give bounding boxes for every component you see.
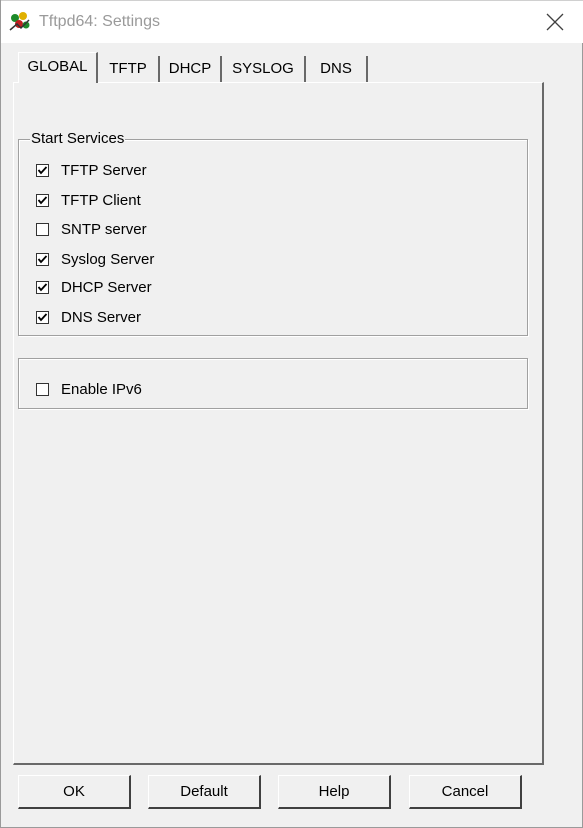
tab-dns[interactable]: DNS	[306, 56, 368, 82]
default-button-label: Default	[180, 783, 228, 800]
tftp-server-checkbox-row[interactable]: TFTP Server	[36, 160, 147, 180]
sntp-server-checkbox-row[interactable]: SNTP server	[36, 219, 147, 239]
ok-button-label: OK	[63, 783, 85, 800]
ipv6-group: Enable IPv6	[18, 358, 528, 409]
tab-dhcp-label: DHCP	[168, 60, 212, 77]
dns-server-checkbox[interactable]	[36, 310, 49, 324]
checkmark-icon	[37, 312, 48, 321]
dns-server-checkbox-row[interactable]: DNS Server	[36, 307, 141, 327]
start-services-group: Start Services TFTP Server TFTP Client S…	[18, 130, 528, 336]
sntp-server-label: SNTP server	[61, 220, 147, 238]
tab-global-label: GLOBAL	[27, 58, 88, 75]
enable-ipv6-checkbox[interactable]	[36, 382, 49, 396]
syslog-server-checkbox-row[interactable]: Syslog Server	[36, 249, 154, 269]
tab-dhcp[interactable]: DHCP	[160, 56, 222, 82]
checkmark-icon	[37, 195, 48, 204]
tab-tftp-label: TFTP	[109, 60, 147, 77]
help-button-label: Help	[318, 783, 350, 800]
syslog-server-label: Syslog Server	[61, 250, 155, 268]
cancel-button[interactable]: Cancel	[409, 775, 522, 809]
sntp-server-checkbox[interactable]	[36, 222, 49, 236]
start-services-legend: Start Services	[30, 130, 126, 147]
default-button[interactable]: Default	[148, 775, 261, 809]
tftp-client-label: TFTP Client	[61, 191, 141, 209]
checkmark-icon	[37, 165, 48, 174]
tftp-client-checkbox-row[interactable]: TFTP Client	[36, 190, 141, 210]
dhcp-server-checkbox[interactable]	[36, 280, 49, 294]
tab-dns-label: DNS	[320, 60, 352, 77]
tftpd64-app-icon	[7, 10, 33, 34]
enable-ipv6-label: Enable IPv6	[61, 380, 142, 398]
dhcp-server-label: DHCP Server	[61, 278, 152, 296]
tab-tftp[interactable]: TFTP	[98, 56, 160, 82]
dns-server-label: DNS Server	[61, 308, 142, 326]
enable-ipv6-checkbox-row[interactable]: Enable IPv6	[36, 379, 142, 399]
window-title: Tftpd64: Settings	[39, 13, 160, 30]
tab-syslog[interactable]: SYSLOG	[222, 56, 306, 82]
tab-global[interactable]: GLOBAL	[18, 52, 98, 83]
tftp-server-label: TFTP Server	[61, 161, 147, 179]
ok-button[interactable]: OK	[18, 775, 131, 809]
close-icon	[546, 13, 564, 31]
tab-syslog-label: SYSLOG	[232, 60, 294, 77]
dhcp-server-checkbox-row[interactable]: DHCP Server	[36, 277, 152, 297]
syslog-server-checkbox[interactable]	[36, 252, 49, 266]
tftp-server-checkbox[interactable]	[36, 163, 49, 177]
checkmark-icon	[37, 254, 48, 263]
title-bar: Tftpd64: Settings	[1, 0, 583, 43]
close-button[interactable]	[527, 1, 583, 43]
settings-window: Tftpd64: Settings GLOBAL TFTP DHCP SYSLO…	[0, 0, 583, 828]
checkmark-icon	[37, 282, 48, 291]
tftp-client-checkbox[interactable]	[36, 193, 49, 207]
cancel-button-label: Cancel	[441, 783, 489, 800]
help-button[interactable]: Help	[278, 775, 391, 809]
